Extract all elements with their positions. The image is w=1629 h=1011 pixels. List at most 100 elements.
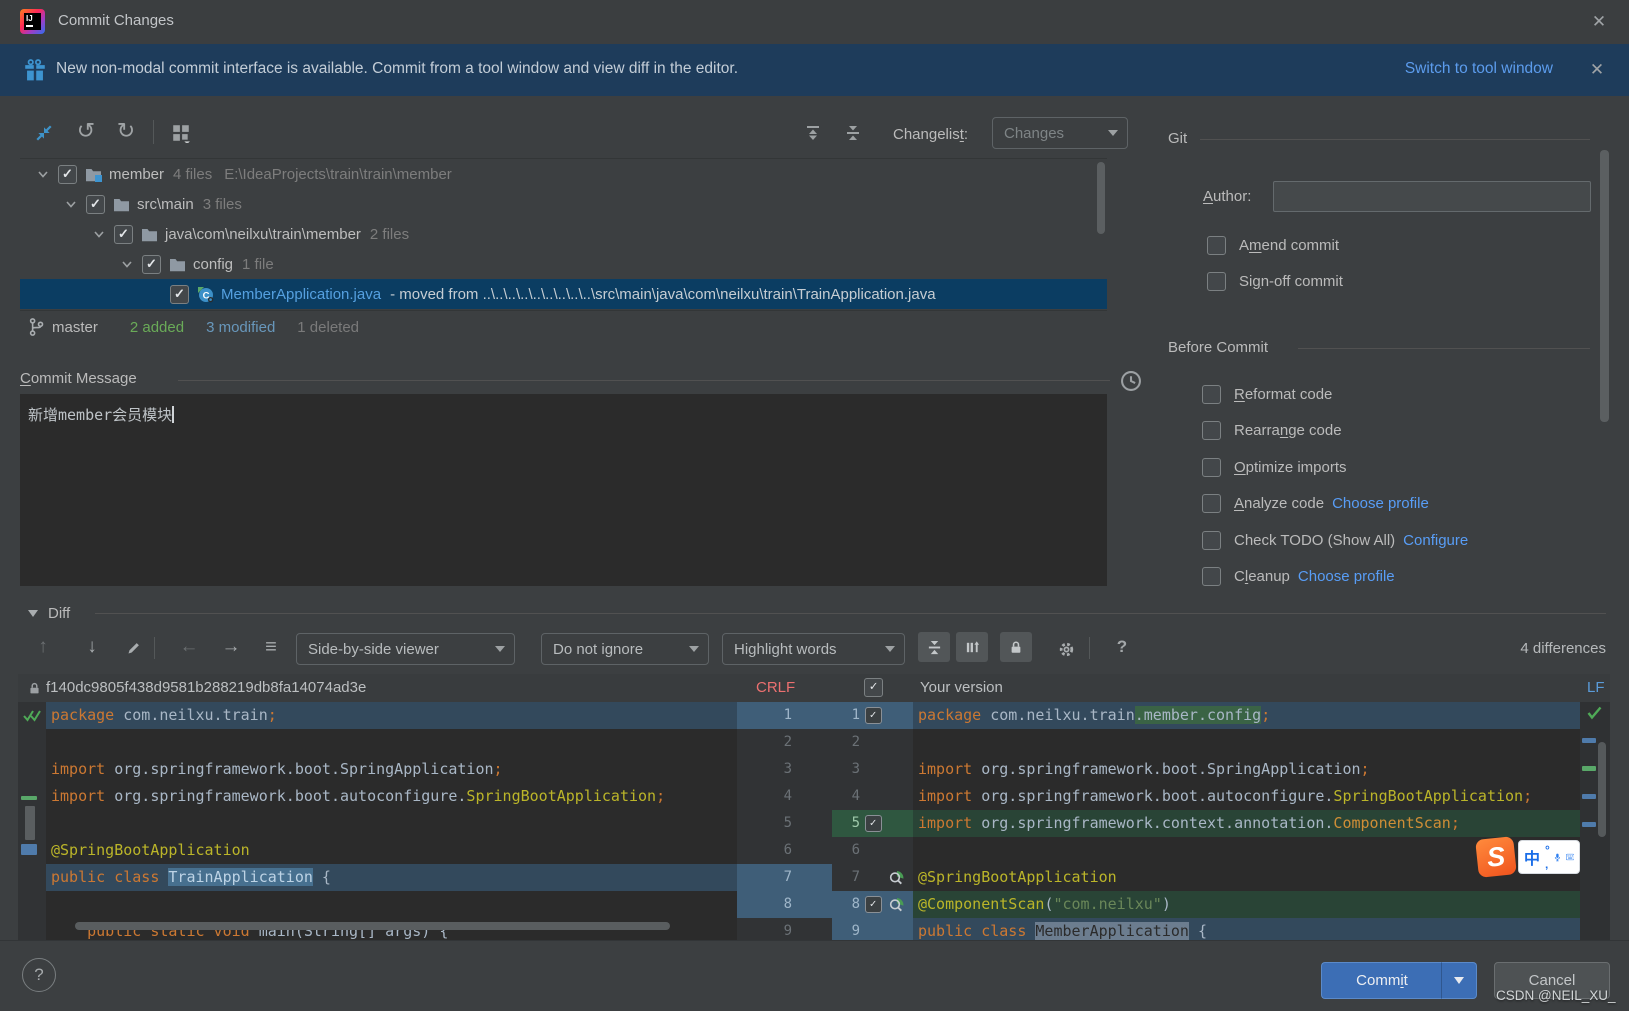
previous-difference-button[interactable]: ↑ — [30, 634, 56, 660]
checkbox[interactable] — [1202, 530, 1221, 550]
diff-section-label: Diff — [48, 605, 71, 622]
option-row[interactable]: Reformat code — [1202, 384, 1602, 404]
option-row[interactable]: Cleanup Choose profile — [1202, 567, 1602, 587]
tree-row[interactable]: ✓ config 1 file — [20, 249, 1107, 279]
microphone-icon[interactable] — [1554, 849, 1561, 866]
apply-left-button[interactable]: ← — [176, 634, 202, 660]
right-code-pane[interactable]: package com.neilxu.train.member.config; i… — [913, 702, 1580, 940]
checkbox[interactable]: ✓ — [142, 254, 161, 274]
collapse-all-button[interactable] — [840, 121, 866, 145]
dialog-scrollbar[interactable] — [1600, 150, 1609, 422]
right-revision-title: Your version — [920, 679, 1003, 696]
option-label: Amend commit — [1239, 236, 1340, 254]
switch-to-tool-window-link[interactable]: Switch to tool window — [1405, 60, 1553, 78]
collapse-unchanged-toggle[interactable] — [918, 632, 950, 662]
commit-options-arrow-button[interactable] — [1441, 962, 1477, 999]
checkbox[interactable] — [1202, 457, 1221, 477]
all-changes-checkbox[interactable]: ✓ — [864, 678, 883, 697]
option-link[interactable]: Choose profile — [1298, 568, 1395, 585]
option-link[interactable]: Configure — [1403, 532, 1468, 549]
viewer-mode-combo[interactable]: Side-by-side viewer — [296, 633, 515, 665]
code-line: package com.neilxu.train.member.config; — [913, 702, 1580, 729]
option-row[interactable]: Rearrange code — [1202, 421, 1602, 441]
checkbox[interactable]: ✓ — [86, 194, 105, 214]
chevron-down-icon[interactable] — [93, 228, 105, 240]
left-pane-horizontal-scrollbar[interactable] — [75, 922, 670, 930]
commit-message-input[interactable]: 新增member会员模块 — [20, 394, 1107, 586]
show-diff-button[interactable] — [30, 120, 58, 146]
commit-button[interactable]: Commit — [1321, 962, 1442, 999]
align-changes-toggle[interactable] — [956, 632, 988, 662]
option-row[interactable]: Amend commit — [1207, 235, 1587, 255]
option-row[interactable]: Check TODO (Show All) Configure — [1202, 530, 1602, 550]
checkbox[interactable]: ✓ — [58, 164, 77, 184]
scroll-thumb-mark[interactable] — [25, 806, 35, 840]
checkbox[interactable] — [1207, 272, 1226, 291]
checkbox[interactable] — [1202, 567, 1221, 586]
banner-close-icon[interactable]: ✕ — [1586, 59, 1608, 81]
rollback-button[interactable]: ↺ — [72, 116, 100, 146]
next-difference-button[interactable]: ↓ — [79, 634, 105, 660]
ime-punctuation-icon[interactable]: °‚ — [1545, 843, 1550, 871]
folder-icon — [141, 227, 158, 242]
tree-row[interactable]: ✓ member 4 files E:\IdeaProjects\train\trai… — [20, 159, 1107, 189]
gutter-row: 44 — [737, 783, 913, 810]
group-by-button[interactable] — [166, 120, 196, 146]
diff-settings-button[interactable] — [1052, 636, 1080, 662]
option-row[interactable]: Optimize imports — [1202, 457, 1602, 477]
left-line-ending[interactable]: CRLF — [756, 679, 795, 696]
tree-expand-toggle[interactable] — [28, 168, 58, 180]
diff-collapse-toggle[interactable] — [24, 604, 42, 622]
checkbox[interactable]: ✓ — [864, 815, 882, 832]
chevron-down-icon[interactable] — [37, 168, 49, 180]
chevron-down-icon[interactable] — [121, 258, 133, 270]
refresh-button[interactable]: ↻ — [112, 116, 140, 146]
ime-chinese-mode-icon[interactable]: 中 — [1524, 845, 1540, 869]
checkbox[interactable] — [1207, 235, 1226, 255]
tree-row[interactable]: ✓ src\main 3 files — [20, 189, 1107, 219]
left-code-pane[interactable]: package com.neilxu.train; import org.spri… — [46, 702, 737, 940]
checkbox[interactable]: ✓ — [864, 707, 882, 724]
option-row[interactable]: Sign-off commit — [1207, 272, 1587, 292]
checkbox[interactable] — [1202, 384, 1221, 404]
checkbox[interactable]: ✓ — [170, 284, 189, 304]
rollback-icon: ↺ — [76, 118, 96, 143]
checkbox[interactable]: ✓ — [114, 224, 133, 244]
checkbox[interactable]: ✓ — [864, 896, 882, 913]
tree-expand-toggle[interactable] — [112, 258, 142, 270]
whitespace-combo[interactable]: Do not ignore — [541, 633, 709, 665]
inspect-icon[interactable] — [888, 897, 904, 913]
apply-right-button[interactable]: → — [218, 634, 244, 660]
commit-history-button[interactable] — [1118, 368, 1144, 394]
stripe-mark-added[interactable] — [1582, 766, 1596, 771]
expand-all-button[interactable] — [800, 121, 826, 145]
edit-source-button[interactable] — [121, 636, 147, 660]
stripe-mark-changed[interactable] — [1582, 738, 1596, 743]
window-close-icon[interactable]: ✕ — [1588, 11, 1610, 33]
checkbox[interactable] — [1202, 494, 1221, 513]
option-row[interactable]: Analyze code Choose profile — [1202, 494, 1602, 514]
chevron-down-icon[interactable] — [65, 198, 77, 210]
stripe-mark-changed[interactable] — [1582, 794, 1596, 799]
keyboard-icon[interactable] — [1565, 851, 1574, 863]
tree-scrollbar[interactable] — [1097, 162, 1105, 234]
diff-scrollbar[interactable] — [1598, 742, 1606, 837]
right-line-ending[interactable]: LF — [1587, 679, 1605, 696]
changelist-combo[interactable]: Changes — [992, 117, 1128, 149]
sync-scroll-toggle[interactable] — [1000, 632, 1032, 662]
sogou-logo-icon[interactable]: S — [1475, 836, 1517, 878]
stripe-mark-changed[interactable] — [1582, 822, 1596, 827]
diff-help-button[interactable]: ? — [1110, 634, 1134, 660]
tree-expand-toggle[interactable] — [84, 228, 114, 240]
tree-row[interactable]: ✓ C MemberApplication.java - moved from ..\… — [20, 279, 1107, 309]
compare-mode-menu-button[interactable]: ≡ — [257, 634, 285, 660]
tree-row[interactable]: ✓ java\com\neilxu\train\member 2 files — [20, 219, 1107, 249]
help-button[interactable]: ? — [22, 958, 56, 992]
checkbox[interactable] — [1202, 421, 1221, 440]
inspect-icon[interactable] — [888, 870, 904, 886]
tree-expand-toggle[interactable] — [56, 198, 86, 210]
author-input[interactable] — [1273, 181, 1591, 212]
option-link[interactable]: Choose profile — [1332, 495, 1429, 512]
highlight-mode-combo[interactable]: Highlight words — [722, 633, 905, 665]
folder-icon — [114, 198, 129, 211]
